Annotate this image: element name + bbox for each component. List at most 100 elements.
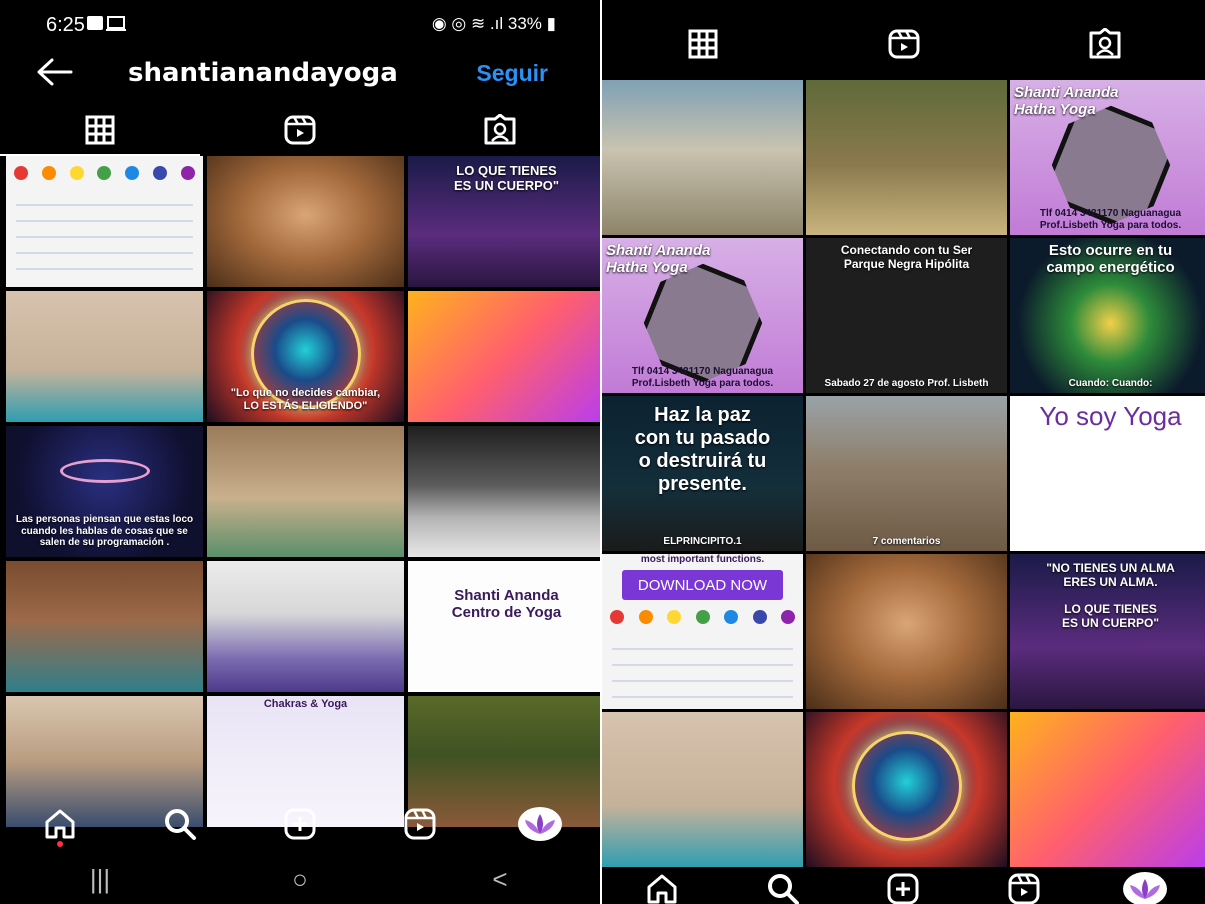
lotus-logo-icon [525, 814, 555, 834]
post-footer-text: ELPRINCIPITO.1 [663, 535, 742, 547]
haz-la-paz-post[interactable]: Haz la paz con tu pasado o destruirá tu … [602, 396, 803, 551]
battery-percent: 33% [507, 14, 542, 33]
post-footer-text: Tlf 0414 3421170 Naguanagua Prof.Lisbeth… [631, 366, 774, 389]
eres-un-alma-post[interactable]: "NO TIENES UN ALMA ERES UN ALMA. LO QUE … [1010, 554, 1205, 709]
temple-post[interactable]: 7 comentarios [806, 396, 1007, 551]
tab-posts-grid[interactable] [0, 104, 200, 156]
profile-username: shantianandayoga [128, 58, 398, 88]
reels-icon [284, 115, 316, 145]
cosmic-quote-post[interactable]: "Lo que no decides cambiar, LO ESTÁS ELI… [207, 291, 404, 422]
gallery-icon [87, 16, 126, 31]
nav-create[interactable] [272, 799, 328, 849]
profile-header: shantianandayoga Seguir [0, 48, 600, 102]
chakra-dots [14, 166, 195, 180]
face-portrait-post[interactable] [207, 156, 404, 287]
hatha-yoga-post-1[interactable]: Shanti Ananda Hatha Yoga Tlf 0414 3421170… [1010, 80, 1205, 235]
collage-post-2[interactable] [1010, 712, 1205, 867]
headstand-post-2[interactable] [602, 712, 803, 867]
stars-quote-post[interactable]: Las personas piensan que estas loco cuan… [6, 426, 203, 557]
create-icon [284, 808, 316, 840]
lo-que-tienes-post[interactable]: LO QUE TIENES ES UN CUERPO" [408, 156, 600, 287]
golden-halo [851, 731, 962, 842]
post-footer-text: Sabado 27 de agosto Prof. Lisbeth [824, 377, 989, 389]
lotus-logo-icon [1129, 879, 1160, 899]
class-floor-post[interactable] [408, 426, 600, 557]
post-caption: Shanti Ananda Hatha Yoga [606, 242, 711, 277]
post-caption: Shanti Ananda Hatha Yoga [1014, 84, 1119, 119]
grid-icon [688, 29, 717, 59]
post-footer-text: 7 comentarios [872, 535, 941, 547]
yo-soy-yoga-post[interactable]: Yo soy Yoga [1010, 396, 1205, 551]
post-caption: Las personas piensan que estas loco cuan… [15, 514, 194, 548]
nav-profile[interactable] [512, 799, 568, 849]
home-icon [45, 809, 75, 839]
search-icon [767, 874, 799, 904]
notification-icons [86, 14, 128, 37]
follow-button[interactable]: Seguir [476, 60, 548, 87]
profile-avatar [1122, 872, 1167, 904]
create-icon [887, 873, 919, 904]
meditation-post[interactable] [806, 80, 1007, 235]
nav-reels[interactable] [392, 799, 448, 849]
bottom-navigation [0, 795, 600, 853]
reels-icon [404, 808, 436, 840]
nav-reels[interactable] [996, 864, 1052, 904]
profile-tabs [0, 104, 600, 156]
hatha-yoga-post-2[interactable]: Shanti Ananda Hatha Yoga Tlf 0414 3421170… [602, 238, 803, 393]
reels-icon [888, 29, 919, 59]
downward-dog-post[interactable] [207, 426, 404, 557]
back-button[interactable]: < [470, 864, 530, 895]
nav-profile[interactable] [1117, 864, 1173, 904]
post-caption: Yo soy Yoga [1039, 401, 1182, 431]
status-bar: 6:25 ◉ ◎ ≋ .ıl 33% ▮ [0, 0, 600, 48]
nav-home[interactable] [634, 864, 690, 904]
search-icon [165, 809, 196, 840]
nav-home[interactable] [32, 799, 88, 849]
posts-grid: LO QUE TIENES ES UN CUERPO" "Lo que no de… [6, 156, 600, 827]
campo-energetico-post[interactable]: Esto ocurre en tu campo energético Cuando… [1010, 238, 1205, 393]
post-caption: "NO TIENES UN ALMA ERES UN ALMA. LO QUE … [1046, 561, 1175, 631]
profile-tabs-scrolled [602, 18, 1205, 70]
tab-reels[interactable] [803, 18, 1004, 70]
nav-search[interactable] [755, 864, 811, 904]
tagged-icon [1089, 28, 1120, 59]
android-navigation: ||| ○ < [0, 854, 600, 904]
reels-icon [1008, 873, 1040, 904]
tab-tagged[interactable] [400, 104, 600, 156]
face-portrait-post-2[interactable] [806, 554, 1007, 709]
chakra-dots [610, 610, 795, 624]
download-chart-post[interactable]: DOWNLOAD NOW most important functions. [602, 554, 803, 709]
planet-ring [59, 458, 150, 483]
status-right: ◉ ◎ ≋ .ıl 33% ▮ [432, 14, 556, 34]
centro-de-yoga-post[interactable]: Shanti Ananda Centro de Yoga [408, 561, 600, 692]
back-arrow-icon[interactable] [36, 52, 74, 99]
beach-class-post[interactable] [602, 80, 803, 235]
download-now-button: DOWNLOAD NOW [622, 570, 783, 600]
post-caption: "Lo que no decides cambiar, LO ESTÁS ELI… [230, 387, 381, 412]
collage-post[interactable] [408, 291, 600, 422]
cosmic-post-2[interactable] [806, 712, 1007, 867]
post-footer-text: Cuando: Cuando: [1068, 377, 1153, 389]
yoga-poses-chart-post[interactable] [6, 156, 203, 287]
posts-grid-scrolled: Shanti Ananda Hatha Yoga Tlf 0414 3421170… [602, 80, 1205, 867]
signal-icons: ◉ ◎ ≋ .ıl [431, 14, 504, 33]
notification-dot [57, 841, 63, 847]
recents-button[interactable]: ||| [70, 864, 130, 895]
tab-reels[interactable] [200, 104, 400, 156]
post-caption: Chakras & Yoga [263, 698, 348, 710]
nav-create[interactable] [875, 864, 931, 904]
post-caption: most important functions. [640, 554, 765, 565]
tab-tagged[interactable] [1004, 18, 1205, 70]
headstand-post[interactable] [6, 291, 203, 422]
tab-posts-grid[interactable] [602, 18, 803, 70]
parque-negra-hipolita-post[interactable]: Conectando con tu Ser Parque Negra Hipól… [806, 238, 1007, 393]
bottom-navigation [602, 860, 1205, 904]
grid-icon [85, 115, 115, 145]
pose-illustrations [16, 190, 193, 279]
pose-room-post[interactable] [6, 561, 203, 692]
post-caption: Conectando con tu Ser Parque Negra Hipól… [840, 243, 973, 271]
home-button[interactable]: ○ [270, 864, 330, 895]
nav-search[interactable] [152, 799, 208, 849]
group-class-post[interactable] [207, 561, 404, 692]
post-caption: LO QUE TIENES ES UN CUERPO" [453, 163, 560, 193]
